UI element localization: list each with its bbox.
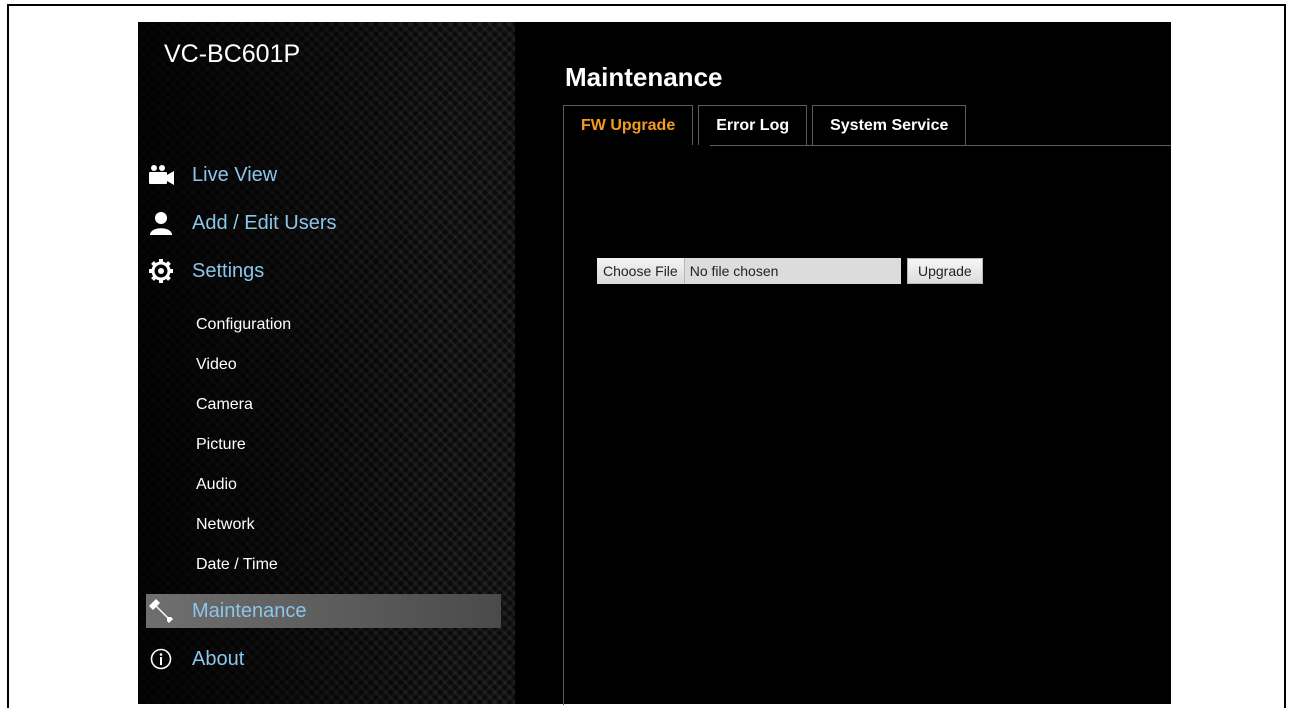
- video-camera-icon: [146, 162, 176, 188]
- nav-label: Add / Edit Users: [192, 211, 337, 234]
- firmware-upload-row: Choose File No file chosen Upgrade: [597, 258, 983, 284]
- page-title: Maintenance: [565, 62, 723, 92]
- tab-bar: FW Upgrade Error Log System Service: [563, 105, 971, 145]
- wrench-icon: [146, 598, 176, 624]
- nav-label: Settings: [192, 259, 265, 282]
- file-status-text: No file chosen: [689, 263, 779, 279]
- choose-file-button[interactable]: Choose File: [597, 258, 685, 284]
- nav-maintenance[interactable]: Maintenance: [146, 594, 501, 628]
- tab-system-service[interactable]: System Service: [812, 105, 967, 145]
- sub-item-configuration[interactable]: Configuration: [196, 316, 291, 334]
- upgrade-button[interactable]: Upgrade: [907, 258, 983, 284]
- user-icon: [146, 210, 176, 236]
- gear-icon: [146, 258, 176, 284]
- nav-label: Maintenance: [192, 599, 307, 622]
- nav-label: Live View: [192, 163, 278, 186]
- sub-item-date-time[interactable]: Date / Time: [196, 556, 278, 574]
- tab-panel-border-top: [710, 145, 1171, 146]
- sub-item-picture[interactable]: Picture: [196, 436, 246, 454]
- firmware-file-input[interactable]: Choose File No file chosen: [597, 258, 901, 284]
- sub-item-camera[interactable]: Camera: [196, 396, 253, 414]
- nav-live-view[interactable]: Live View: [146, 158, 501, 192]
- sub-item-audio[interactable]: Audio: [196, 476, 237, 494]
- tab-fw-upgrade[interactable]: FW Upgrade: [563, 105, 694, 145]
- sidebar: VC-BC601P Live View Add / Edit Users Set…: [138, 22, 515, 704]
- tab-error-log[interactable]: Error Log: [698, 105, 808, 145]
- nav-about[interactable]: About: [146, 642, 501, 676]
- main-panel: Maintenance FW Upgrade Error Log System …: [515, 22, 1171, 705]
- info-icon: [146, 646, 176, 672]
- nav-add-edit-users[interactable]: Add / Edit Users: [146, 206, 501, 240]
- brand-title: VC-BC601P: [164, 40, 301, 68]
- sub-item-network[interactable]: Network: [196, 516, 255, 534]
- nav-settings[interactable]: Settings: [146, 254, 501, 288]
- nav-label: About: [192, 647, 245, 670]
- sub-item-video[interactable]: Video: [196, 356, 237, 374]
- tab-panel-border-left: [563, 145, 564, 705]
